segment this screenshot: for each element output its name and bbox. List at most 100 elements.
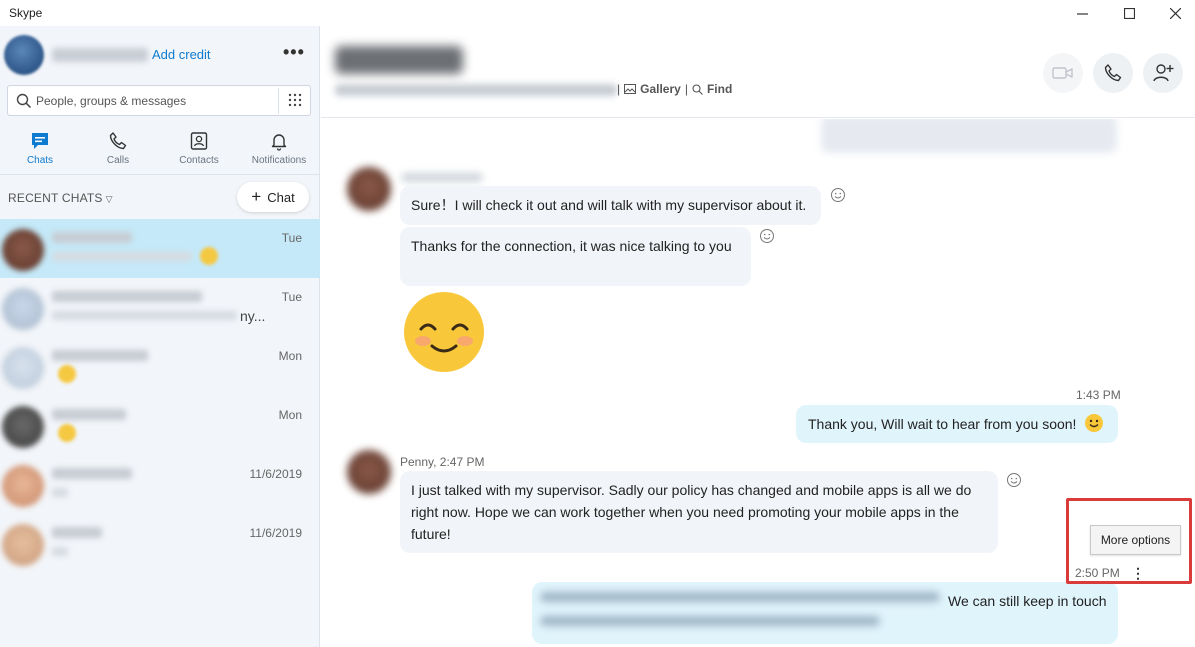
- separator: |: [617, 82, 621, 96]
- preview-blurred: [52, 488, 68, 497]
- message-text: I just talked with my supervisor. Sadly …: [411, 482, 972, 542]
- contact-name-blurred: [52, 291, 202, 302]
- chat-icon: [32, 133, 48, 149]
- preview-blurred: [52, 547, 68, 556]
- contact-status-blurred: [335, 84, 617, 96]
- chevron-down-icon: ▽: [105, 194, 113, 204]
- outgoing-message-bubble[interactable]: We can still keep in touch: [532, 582, 1118, 644]
- contact-avatar: [2, 406, 44, 448]
- chat-list: Tue ny... Tue Mon Mon 11/6/2019 11/6/201…: [0, 219, 320, 573]
- search-bar: [7, 85, 311, 116]
- tab-notifications-label: Notifications: [251, 155, 307, 166]
- find-link[interactable]: Find: [692, 82, 732, 96]
- message-pane: Sure！I will check it out and will talk w…: [321, 119, 1195, 647]
- bell-icon: [271, 134, 287, 151]
- close-icon: [1169, 7, 1181, 19]
- chat-list-item[interactable]: 11/6/2019: [0, 455, 320, 514]
- recent-chats-label: RECENT CHATS: [8, 191, 103, 205]
- chat-list-item[interactable]: Mon: [0, 396, 320, 455]
- nav-tabs: Chats Calls Contacts Notifications: [0, 126, 320, 172]
- message-text: Thanks for the connection, it was nice t…: [411, 238, 732, 254]
- tab-chats[interactable]: Chats: [0, 126, 80, 172]
- message-bubble[interactable]: Thanks for the connection, it was nice t…: [400, 227, 751, 286]
- emoji-reaction-icon[interactable]: [830, 187, 846, 203]
- sender-avatar: [347, 167, 391, 211]
- tab-notifications[interactable]: Notifications: [239, 126, 319, 172]
- chat-list-item[interactable]: ny... Tue: [0, 278, 320, 337]
- dialpad-icon[interactable]: [288, 93, 302, 107]
- chat-header: | Gallery | Find: [321, 26, 1195, 118]
- tooltip-label: More options: [1100, 533, 1171, 547]
- window-title: Skype: [9, 6, 43, 20]
- contact-avatar: [2, 465, 44, 507]
- smile-emoji-icon: [200, 247, 218, 265]
- video-call-button[interactable]: [1043, 53, 1083, 93]
- search-divider: [278, 88, 279, 114]
- chat-list-item[interactable]: Mon: [0, 337, 320, 396]
- contact-name-blurred: [52, 409, 126, 420]
- chat-time: 11/6/2019: [249, 467, 303, 481]
- contact-name-blurred: [52, 350, 148, 361]
- chat-list-item[interactable]: Tue: [0, 219, 320, 278]
- maximize-button[interactable]: [1106, 0, 1152, 26]
- tab-contacts[interactable]: Contacts: [159, 126, 239, 172]
- add-person-icon: [1153, 64, 1174, 82]
- minimize-button[interactable]: [1059, 0, 1105, 26]
- message-text: We can still keep in touch: [948, 593, 1107, 609]
- my-name-blurred: [52, 48, 148, 62]
- message-text: Sure！I will check it out and will talk w…: [411, 197, 807, 213]
- header-links: | Gallery | Find: [617, 82, 732, 96]
- emoji-reaction-icon[interactable]: [759, 228, 775, 244]
- chat-time: Tue: [281, 290, 302, 304]
- gallery-label: Gallery: [640, 82, 681, 96]
- preview-blurred: [52, 311, 237, 320]
- profile-row: Add credit •••: [0, 30, 320, 80]
- outgoing-message-bubble[interactable]: Thank you, Will wait to hear from you so…: [796, 405, 1118, 443]
- gallery-link[interactable]: Gallery: [624, 82, 681, 96]
- tab-contacts-label: Contacts: [179, 155, 219, 166]
- close-window-button[interactable]: [1152, 0, 1195, 26]
- separator: |: [684, 82, 688, 96]
- group-avatar: [2, 288, 44, 330]
- message-bubble[interactable]: Sure！I will check it out and will talk w…: [400, 186, 821, 225]
- sender-name-blurred: [401, 173, 483, 182]
- plus-icon: +: [251, 186, 262, 206]
- new-chat-button[interactable]: + Chat: [237, 182, 309, 212]
- chat-list-item[interactable]: 11/6/2019: [0, 514, 320, 573]
- contact-avatar: [2, 229, 44, 271]
- more-options-tooltip: More options: [1090, 525, 1181, 555]
- phone-icon: [109, 132, 127, 150]
- tab-chats-label: Chats: [26, 155, 54, 166]
- audio-call-button[interactable]: [1093, 53, 1133, 93]
- add-participant-button[interactable]: [1143, 53, 1183, 93]
- blurred-message: [821, 119, 1117, 153]
- nav-divider: [0, 174, 320, 175]
- emoji-reaction-icon[interactable]: [1006, 472, 1022, 488]
- blurred-text: [540, 616, 880, 626]
- my-avatar[interactable]: [4, 35, 44, 75]
- message-timestamp: 1:43 PM: [1076, 388, 1121, 402]
- video-camera-icon: [1052, 67, 1073, 79]
- search-icon: [692, 83, 703, 95]
- more-options-dots[interactable]: •••: [283, 42, 305, 63]
- phone-icon: [1104, 64, 1122, 82]
- gallery-icon: [624, 84, 637, 94]
- preview-blurred: [52, 252, 192, 261]
- contact-avatar: [2, 524, 44, 566]
- search-icon: [16, 93, 32, 109]
- chat-time: Mon: [278, 349, 302, 363]
- search-input[interactable]: [36, 91, 276, 111]
- add-credit-link[interactable]: Add credit: [152, 47, 211, 62]
- more-options-button[interactable]: ⋮: [1131, 565, 1145, 582]
- contacts-icon: [190, 132, 208, 150]
- chat-time: Mon: [278, 408, 302, 422]
- tab-calls-label: Calls: [106, 155, 130, 166]
- contact-avatar: [2, 347, 44, 389]
- smile-emoji-icon: [58, 424, 76, 442]
- tab-calls[interactable]: Calls: [78, 126, 158, 172]
- contact-name-blurred: [335, 46, 463, 74]
- recent-chats-header[interactable]: RECENT CHATS ▽: [8, 191, 113, 205]
- chat-time: 11/6/2019: [249, 526, 303, 540]
- message-bubble[interactable]: I just talked with my supervisor. Sadly …: [400, 471, 998, 553]
- new-chat-label: Chat: [267, 189, 295, 205]
